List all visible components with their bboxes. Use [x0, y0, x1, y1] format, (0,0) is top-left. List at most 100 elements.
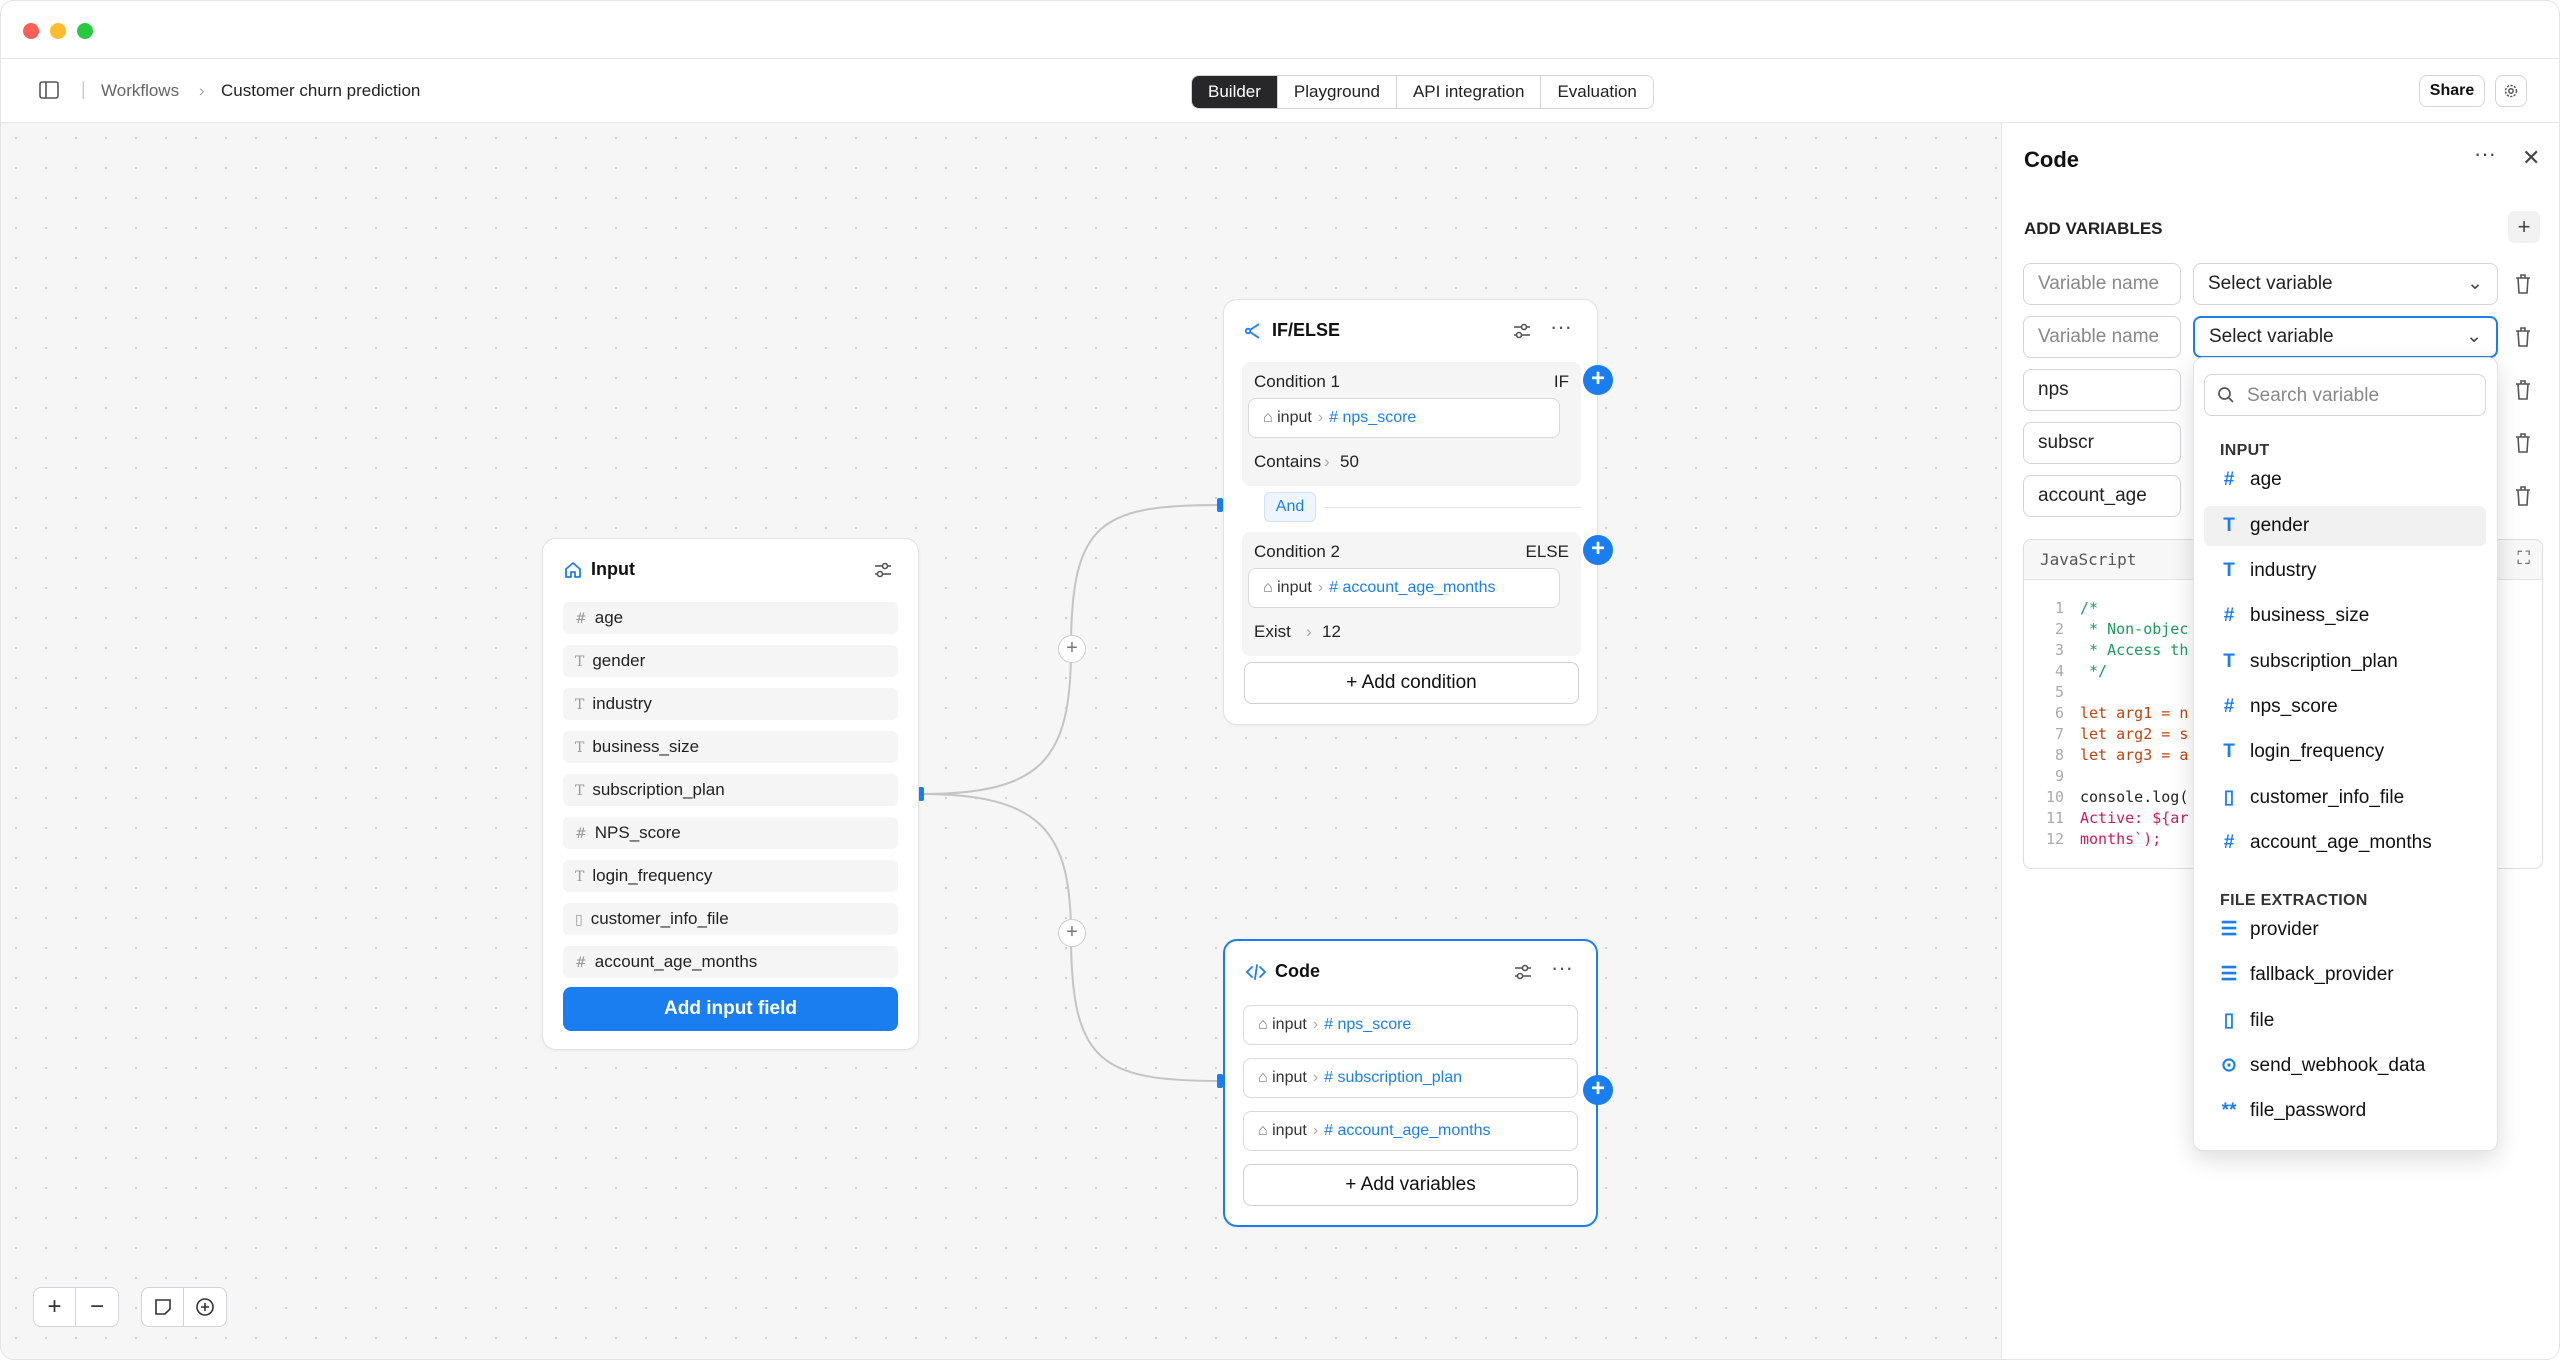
home-icon: ⌂ — [1258, 1069, 1268, 1086]
menu-item-business-size[interactable]: # business_size — [2204, 596, 2486, 636]
variable-select[interactable]: Select variable ⌄ — [2193, 263, 2498, 305]
menu-item-nps-score[interactable]: # nps_score — [2204, 687, 2486, 727]
input-node[interactable]: Input # age Tgender Tindustry Tbusiness_s… — [542, 538, 919, 1050]
menu-item-subscription-plan[interactable]: Tsubscription_plan — [2204, 642, 2486, 682]
sliders-icon[interactable] — [1512, 322, 1532, 340]
trash-icon[interactable] — [2513, 432, 2533, 454]
input-field[interactable]: Tlogin_frequency — [563, 860, 898, 892]
chevron-right-icon: › — [1306, 622, 1312, 641]
ifelse-node-title: IF/ELSE — [1272, 320, 1341, 340]
input-field[interactable]: # age — [563, 602, 898, 634]
menu-item-provider[interactable]: ☰ provider — [2204, 910, 2486, 950]
code-line: 8 let arg3 = a — [2054, 746, 2189, 764]
condition-operator: Exist — [1254, 622, 1291, 641]
code-line: 7 let arg2 = s — [2054, 725, 2189, 743]
add-next-node-button[interactable]: + — [1583, 1075, 1613, 1105]
add-node-tool-button[interactable] — [184, 1288, 226, 1326]
more-icon[interactable]: ··· — [1551, 955, 1573, 981]
variable-name-input[interactable]: Variable name — [2023, 316, 2181, 358]
code-variable-chip[interactable]: ⌂ input › # account_age_months — [1243, 1111, 1578, 1151]
add-node-button[interactable]: + — [1058, 635, 1086, 663]
trash-icon[interactable] — [2513, 326, 2533, 348]
branch-icon — [1244, 322, 1260, 339]
code-line: 12 months`); — [2045, 830, 2162, 848]
input-field[interactable]: Tsubscription_plan — [563, 774, 898, 806]
add-if-branch-button[interactable]: + — [1583, 365, 1613, 395]
zoom-in-button[interactable]: + — [34, 1288, 76, 1326]
add-note-button[interactable] — [142, 1288, 184, 1326]
variable-name-input[interactable]: Variable name — [2023, 263, 2181, 305]
variable-name-input[interactable]: nps — [2023, 369, 2181, 411]
number-icon: # — [2223, 832, 2235, 853]
menu-item-fallback-provider[interactable]: ☰ fallback_provider — [2204, 955, 2486, 995]
code-variable-chip[interactable]: ⌂ input › # nps_score — [1243, 1005, 1578, 1045]
text-icon: T — [2223, 560, 2235, 581]
menu-item-age[interactable]: # age — [2204, 460, 2486, 500]
variable-name-input[interactable]: account_age — [2023, 475, 2181, 517]
and-connector[interactable]: And — [1264, 492, 1316, 522]
branch-label: ELSE — [1525, 542, 1569, 561]
group-label-input: INPUT — [2220, 442, 2270, 459]
trash-icon[interactable] — [2513, 273, 2533, 295]
group-label-file-extraction: FILE EXTRACTION — [2220, 892, 2368, 909]
condition-variable-chip[interactable]: ⌂ input › # account_age_months — [1248, 568, 1560, 608]
menu-item-industry[interactable]: Tindustry — [2204, 551, 2486, 591]
input-field[interactable]: # account_age_months — [563, 946, 898, 978]
input-field[interactable]: ▯ customer_info_file — [563, 903, 898, 935]
input-field[interactable]: Tbusiness_size — [563, 731, 898, 763]
close-icon[interactable]: ✕ — [2522, 145, 2540, 171]
menu-item-login-frequency[interactable]: Tlogin_frequency — [2204, 732, 2486, 772]
menu-item-gender[interactable]: Tgender — [2204, 506, 2486, 546]
trash-icon[interactable] — [2513, 379, 2533, 401]
note-icon — [154, 1299, 171, 1315]
add-input-field-button[interactable]: Add input field — [563, 987, 898, 1031]
sliders-icon[interactable] — [1513, 963, 1533, 981]
add-node-button[interactable]: + — [1058, 919, 1086, 947]
chevron-down-icon: ⌄ — [2466, 326, 2482, 347]
settings-button[interactable] — [2495, 75, 2527, 107]
zoom-out-button[interactable]: − — [76, 1288, 118, 1326]
code-node-title: Code — [1275, 961, 1320, 981]
input-field[interactable]: Tindustry — [563, 688, 898, 720]
file-icon: ▯ — [2223, 787, 2235, 808]
code-variable-chip[interactable]: ⌂ input › # subscription_plan — [1243, 1058, 1578, 1098]
variable-name-input[interactable]: subscr — [2023, 422, 2181, 464]
trash-icon[interactable] — [2513, 485, 2533, 507]
condition-value: 50 — [1340, 452, 1359, 471]
menu-item-file-password[interactable]: ** file_password — [2204, 1091, 2486, 1131]
chevron-down-icon: ⌄ — [2467, 273, 2483, 294]
search-variable-input[interactable]: Search variable — [2204, 374, 2486, 416]
code-line: 10 console.log( — [2045, 788, 2189, 806]
add-variables-button[interactable]: + Add variables — [1243, 1164, 1578, 1206]
more-icon[interactable]: ··· — [2474, 141, 2496, 167]
number-icon: # — [2223, 605, 2235, 626]
condition-label: Condition 2 — [1254, 542, 1341, 561]
condition-operator: Contains — [1254, 452, 1322, 471]
home-icon: ⌂ — [1263, 579, 1273, 596]
expand-icon[interactable]: ⛶ — [2517, 548, 2530, 569]
variable-select[interactable]: Select variable ⌄ — [2193, 316, 2498, 358]
node-title: Input — [563, 559, 635, 580]
menu-item-customer-info-file[interactable]: ▯ customer_info_file — [2204, 778, 2486, 818]
add-else-branch-button[interactable]: + — [1583, 535, 1613, 565]
code-node[interactable]: Code ··· ⌂ input › # nps_score ⌂ input › # s… — [1223, 939, 1598, 1227]
file-icon: ▯ — [2223, 1010, 2235, 1031]
condition-2: Condition 2 ELSE ⌂ input › # account_age_m… — [1242, 532, 1581, 656]
number-icon: # — [2223, 696, 2235, 717]
ifelse-node[interactable]: IF/ELSE ··· Condition 1 IF ⌂ input › # nps… — [1223, 299, 1598, 725]
condition-variable-chip[interactable]: ⌂ input › # nps_score — [1248, 398, 1560, 438]
add-condition-button[interactable]: + Add condition — [1244, 662, 1579, 704]
add-variable-button[interactable]: + — [2508, 211, 2540, 243]
menu-item-send-webhook-data[interactable]: ⊙ send_webhook_data — [2204, 1046, 2486, 1086]
more-icon[interactable]: ··· — [1550, 314, 1572, 340]
sliders-icon[interactable] — [873, 561, 893, 579]
search-placeholder: Search variable — [2247, 385, 2380, 406]
share-button[interactable]: Share — [2419, 75, 2485, 107]
input-field[interactable]: # NPS_score — [563, 817, 898, 849]
zoom-controls: + − — [33, 1287, 119, 1327]
menu-item-file[interactable]: ▯ file — [2204, 1001, 2486, 1041]
input-field[interactable]: Tgender — [563, 645, 898, 677]
code-line: 3 * Access th — [2054, 641, 2189, 659]
home-icon: ⌂ — [1263, 409, 1273, 426]
menu-item-account-age-months[interactable]: # account_age_months — [2204, 823, 2486, 863]
